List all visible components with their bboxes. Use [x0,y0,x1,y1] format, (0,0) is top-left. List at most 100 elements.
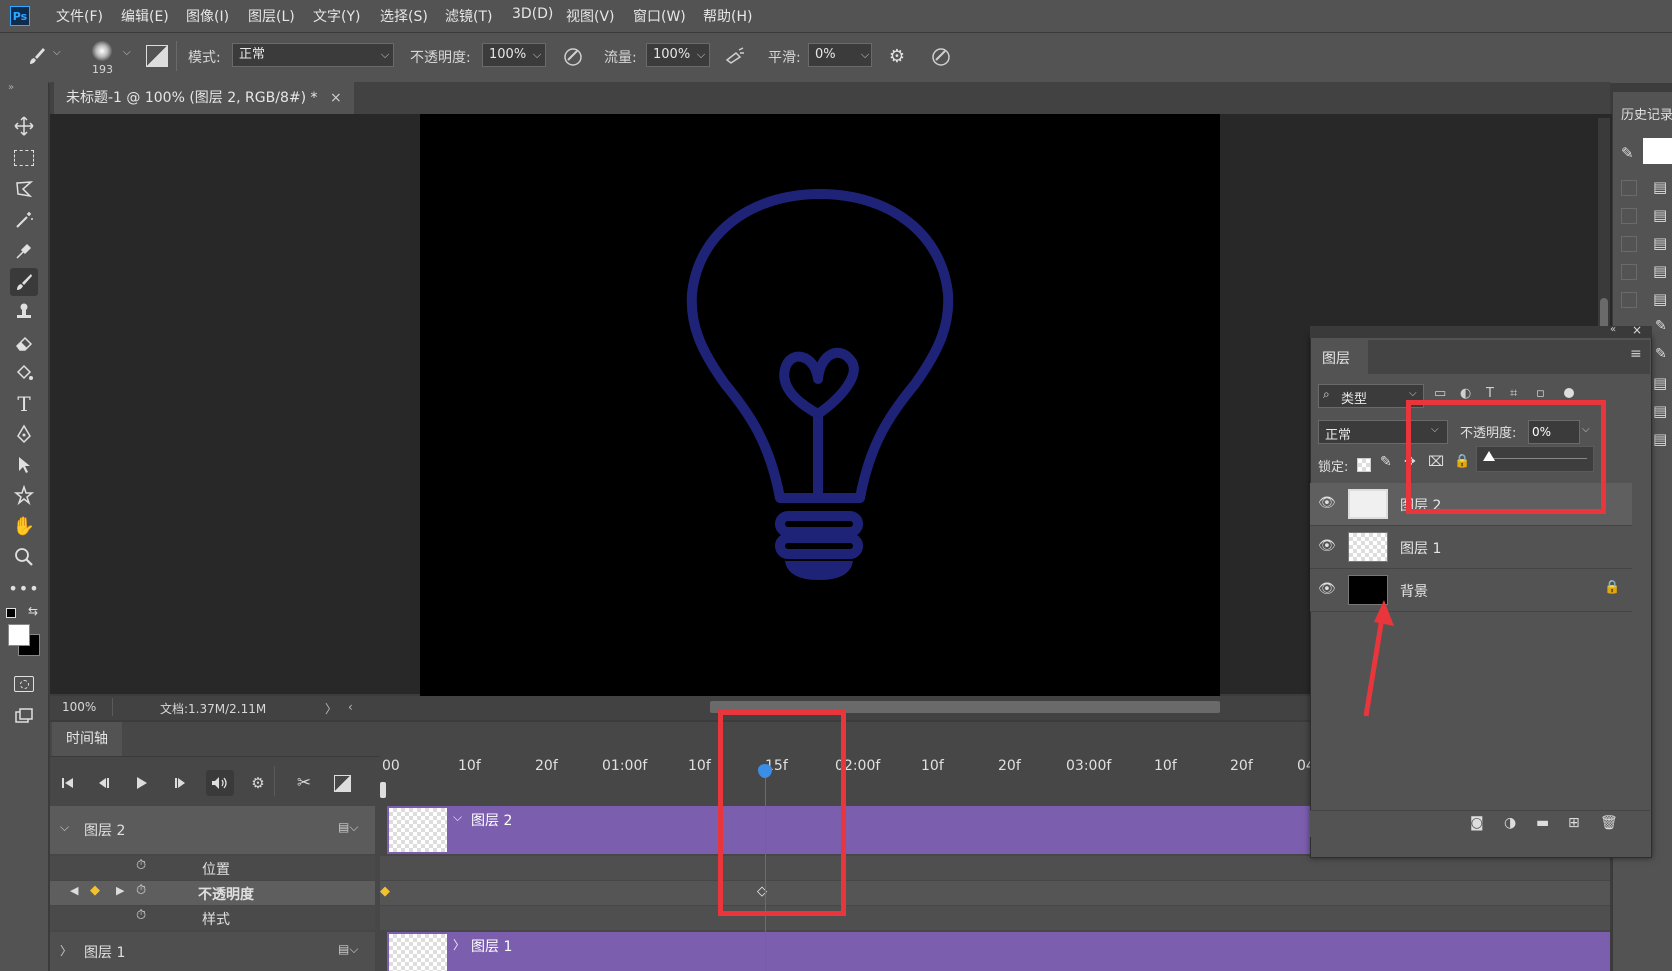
mode-select[interactable]: 正常 [232,43,394,67]
stopwatch-icon[interactable]: ⏱ [136,858,146,873]
type-tool-icon[interactable]: T [10,390,38,418]
property-track[interactable] [380,906,1610,930]
canvas-document[interactable] [420,114,1220,696]
filter-shape-icon[interactable]: ⌗ [1510,386,1517,401]
history-checkbox[interactable] [1621,236,1637,252]
history-state-icon[interactable]: ▤ [1653,234,1667,252]
next-keyframe-icon[interactable]: ▶ [116,884,124,897]
play-icon[interactable] [128,770,156,796]
history-checkbox[interactable] [1621,180,1637,196]
chevron-down-icon[interactable]: ⌵ [528,43,546,67]
chevron-down-icon[interactable]: ⌵ [123,47,131,58]
eyedropper-tool-icon[interactable] [10,237,38,265]
previous-frame-icon[interactable] [90,770,118,796]
quick-mask-icon[interactable] [10,670,38,698]
menu-edit[interactable]: 编辑(E) [121,6,169,26]
visibility-eye-icon[interactable]: 👁 [1318,581,1336,597]
pressure-opacity-icon[interactable] [560,43,586,69]
layer-row[interactable]: 👁 图层 1 [1310,526,1632,569]
document-tab[interactable]: 未标题-1 @ 100% (图层 2, RGB/8#) * × [54,82,354,114]
history-checkbox[interactable] [1621,208,1637,224]
settings-gear-icon[interactable]: ⚙ [244,770,272,796]
history-brush-icon[interactable]: ✎ [1621,144,1634,162]
menu-file[interactable]: 文件(F) [56,6,103,26]
layers-tab[interactable]: 图层 [1312,340,1368,374]
stopwatch-icon[interactable]: ⏱ [136,883,146,898]
screen-mode-icon[interactable] [10,702,38,730]
filter-pixel-icon[interactable]: ▭ [1434,386,1446,401]
close-icon[interactable]: × [1632,323,1642,337]
delete-layer-icon[interactable]: 🗑 [1600,815,1618,831]
shape-tool-icon[interactable] [10,481,38,509]
chevron-down-icon[interactable]: ⌵ [53,47,61,58]
status-menu-arrow-icon[interactable]: 〉 [325,700,337,717]
chevron-down-icon[interactable]: ⌵ [453,810,462,825]
stopwatch-icon[interactable]: ⏱ [136,908,146,923]
chevron-down-icon[interactable]: ⌵ [60,820,69,835]
property-track[interactable]: ◆ ◇ [380,881,1610,905]
history-state-icon[interactable]: ▤ [1653,290,1667,308]
property-track[interactable] [380,856,1610,880]
swap-colors-icon[interactable]: ⇆ [28,604,38,618]
paint-bucket-tool-icon[interactable] [10,359,38,387]
add-mask-icon[interactable]: ◙ [1470,815,1484,831]
transition-icon[interactable] [328,770,356,796]
chevron-down-icon[interactable]: ⌵ [692,43,710,67]
menu-view[interactable]: 视图(V) [566,6,615,26]
history-state-icon[interactable]: ▤ [1653,178,1667,196]
layer-row[interactable]: 👁 背景 🔒 [1310,569,1632,612]
split-scissors-icon[interactable]: ✂ [290,770,318,796]
keyframe-diamond-icon[interactable]: ◆ [380,884,390,899]
brush-settings-toggle-icon[interactable] [146,45,168,67]
brush-tool-preset-icon[interactable] [24,43,50,69]
history-state-icon[interactable]: ▤ [1653,206,1667,224]
scroll-left-icon[interactable]: ‹ [348,700,353,714]
history-snapshot-thumbnail[interactable] [1643,138,1672,164]
chevron-right-icon[interactable]: 〉 [453,936,465,953]
menu-layer[interactable]: 图层(L) [248,6,295,26]
film-strip-icon[interactable]: ▤⌵ [338,942,358,957]
menu-filter[interactable]: 滤镜(T) [445,6,492,26]
move-tool-icon[interactable] [10,112,38,140]
new-adjustment-layer-icon[interactable]: ◑ [1504,815,1516,831]
zoom-level[interactable]: 100% [62,700,96,714]
filter-type-icon[interactable]: T [1486,386,1494,401]
timeline-tab[interactable]: 时间轴 [52,722,122,756]
chevron-down-icon[interactable]: ⌵ [856,43,874,67]
brush-tool-icon[interactable] [10,268,38,296]
lock-transparency-icon[interactable] [1357,458,1371,472]
menu-3d[interactable]: 3D(D) [512,6,553,22]
panel-title-strip[interactable]: « × [1310,323,1652,338]
property-row-position[interactable]: ⏱ 位置 [50,856,375,880]
property-row-opacity[interactable]: ◀ ◆ ▶ ⏱ 不透明度 [50,881,375,905]
zoom-tool-icon[interactable] [10,543,38,571]
history-checkbox[interactable] [1621,264,1637,280]
work-area-start-handle[interactable] [380,782,386,798]
film-strip-icon[interactable]: ▤⌵ [338,820,358,835]
history-state-icon[interactable]: ▤ [1653,430,1667,448]
chevron-down-icon[interactable]: ⌵ [376,43,394,67]
eraser-tool-icon[interactable] [10,329,38,357]
property-row-style[interactable]: ⏱ 样式 [50,906,375,930]
next-frame-icon[interactable] [166,770,194,796]
history-checkbox[interactable] [1621,292,1637,308]
previous-keyframe-icon[interactable]: ◀ [70,884,78,897]
menu-window[interactable]: 窗口(W) [633,6,686,26]
more-tools-icon[interactable]: ••• [8,574,38,602]
path-selection-tool-icon[interactable] [10,451,38,479]
filter-adjustment-icon[interactable]: ◐ [1460,386,1471,401]
airbrush-icon[interactable] [722,43,748,69]
panel-menu-icon[interactable]: ≡ [1630,346,1642,362]
history-state-icon[interactable]: ▤ [1653,374,1667,392]
history-state-icon[interactable]: ▤ [1653,262,1667,280]
new-group-icon[interactable]: ▬ [1536,815,1549,831]
lock-image-pixels-icon[interactable]: ✎ [1380,454,1392,470]
timeline-layer-row[interactable]: 〉 图层 1 ▤⌵ [50,932,375,971]
visibility-eye-icon[interactable]: 👁 [1318,495,1336,511]
lasso-tool-icon[interactable] [10,175,38,203]
close-icon[interactable]: × [330,90,342,106]
history-panel-title[interactable]: 历史记录 [1621,104,1672,123]
layer-track[interactable]: 〉 图层 1 [387,932,1610,971]
default-colors-icon[interactable] [6,608,16,618]
history-brush-icon[interactable]: ✎ [1655,318,1667,334]
